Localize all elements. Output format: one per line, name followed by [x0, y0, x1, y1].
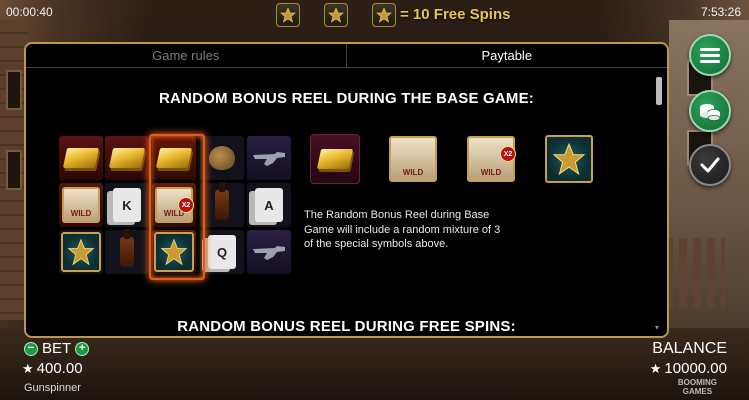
bottle-symbol [105, 229, 149, 274]
coins-icon [700, 104, 721, 121]
king-card-symbol: K [105, 183, 149, 227]
checkmark-icon [700, 157, 720, 173]
brand-line1: BOOMING [677, 378, 717, 387]
wild-symbol: WILD [59, 183, 103, 227]
free-spins-info: = 10 Free Spins [400, 6, 511, 23]
heading-free-spins: RANDOM BONUS REEL DURING FREE SPINS: [177, 318, 516, 335]
gold-bar-symbol [105, 136, 149, 180]
bet-control: − BET + [24, 340, 90, 357]
balance-value-text: 10000.00 [664, 360, 727, 377]
scatter-special-symbol [544, 134, 594, 184]
wild-special-symbol: WILD [388, 134, 438, 184]
tab-game-rules[interactable]: Game rules [26, 44, 347, 67]
scatter-icon [372, 3, 396, 27]
coins-button[interactable] [689, 90, 731, 132]
gold-bar-special-symbol [310, 134, 360, 184]
clock: 7:53:26 [700, 5, 741, 19]
heading-base-game: RANDOM BONUS REEL DURING THE BASE GAME: [158, 90, 535, 107]
ace-card-symbol: A [247, 183, 291, 227]
tab-paytable[interactable]: Paytable [347, 44, 668, 67]
brand-line2: GAMES [682, 387, 713, 396]
top-bar: 00:00:40 = 10 Free Spins 7:53:26 [0, 0, 749, 30]
menu-icon [700, 48, 720, 63]
window [6, 70, 22, 110]
window [6, 150, 22, 190]
confirm-button[interactable] [689, 144, 731, 186]
paytable-panel: Game rules Paytable ▾ RANDOM BONUS REEL … [24, 42, 669, 338]
revolver-symbol [247, 136, 291, 180]
elapsed-time: 00:00:40 [6, 5, 53, 19]
queen-card-symbol: Q [200, 230, 244, 274]
money-bag-symbol [200, 136, 244, 180]
star-icon: ★ [22, 361, 34, 376]
random-bonus-reel-highlight [149, 134, 205, 280]
decrease-bet-button[interactable]: − [24, 341, 38, 356]
bet-value-text: 400.00 [36, 360, 83, 377]
bet-label: BET [42, 340, 72, 357]
star-icon: ★ [649, 361, 662, 376]
bottle-symbol [200, 182, 244, 227]
scatter-icon [324, 3, 348, 27]
scatter-symbol [59, 230, 103, 274]
game-title: Gunspinner [24, 382, 81, 394]
increase-bet-button[interactable]: + [75, 341, 90, 356]
gold-bar-symbol [59, 136, 103, 180]
balance-amount: ★ 10000.00 [650, 360, 727, 377]
bet-amount: ★ 400.00 [22, 360, 83, 377]
brand-logo: BOOMING GAMES [678, 378, 717, 396]
scatter-icon [276, 3, 300, 27]
wild-x2-special-symbol: WILD X2 [466, 134, 516, 184]
scrollbar[interactable]: ▾ [655, 74, 663, 332]
balance-label: BALANCE [652, 340, 727, 357]
fence [665, 238, 725, 308]
bonus-reel-description: The Random Bonus Reel during Base Game w… [304, 209, 501, 250]
bonus-reel-grid: WILD K WILD X2 A Q [59, 134, 294, 280]
ground [0, 328, 749, 400]
revolver-symbol [247, 230, 291, 274]
tab-bar: Game rules Paytable [26, 44, 667, 68]
menu-button[interactable] [689, 34, 731, 76]
